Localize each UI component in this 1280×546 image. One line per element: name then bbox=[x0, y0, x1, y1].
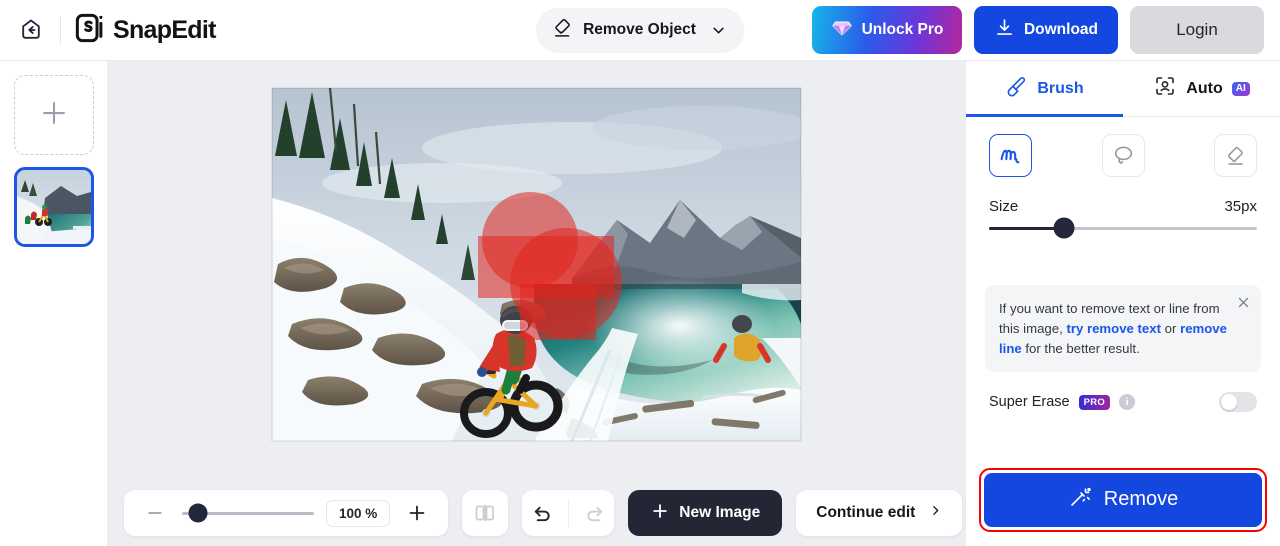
close-icon[interactable] bbox=[1234, 293, 1252, 311]
canvas-bottom-toolbar: 100 % New Image Continue edit bbox=[108, 480, 965, 546]
snow-mountain-lake-fatbike-photo[interactable] bbox=[272, 88, 801, 441]
download-icon bbox=[994, 17, 1015, 43]
super-erase-row: Super Erase PRO i bbox=[966, 372, 1280, 413]
plus-icon[interactable] bbox=[402, 498, 432, 528]
remove-button-highlight: Remove bbox=[979, 467, 1267, 532]
add-image-button[interactable] bbox=[13, 75, 94, 155]
brush-tool-button[interactable] bbox=[989, 134, 1032, 177]
zoom-slider[interactable] bbox=[182, 503, 314, 523]
tab-auto-label: Auto bbox=[1186, 79, 1223, 97]
magic-wand-icon bbox=[1068, 485, 1092, 515]
thumbnail-rail bbox=[0, 61, 108, 546]
ai-badge: AI bbox=[1231, 81, 1250, 96]
brush-size-slider[interactable] bbox=[966, 215, 1280, 239]
winter-bike-lake-thumbnail bbox=[16, 170, 91, 244]
app-header: SnapEdit Remove Object Unlock Pro Downlo… bbox=[0, 0, 1280, 61]
eraser-icon bbox=[552, 17, 574, 44]
tab-auto[interactable]: Auto AI bbox=[1123, 61, 1280, 116]
snapedit-app: SnapEdit Remove Object Unlock Pro Downlo… bbox=[0, 0, 1280, 546]
header-right: Unlock Pro Download Login bbox=[812, 6, 1264, 54]
toolbar-divider bbox=[567, 499, 569, 527]
login-label: Login bbox=[1176, 20, 1218, 39]
tools-panel: Brush Auto AI Size 35px If you want to r… bbox=[965, 61, 1280, 546]
tab-brush[interactable]: Brush bbox=[966, 61, 1123, 117]
snapedit-logo-icon bbox=[75, 13, 105, 48]
brand[interactable]: SnapEdit bbox=[75, 13, 216, 48]
brush-size-label: Size bbox=[989, 198, 1019, 215]
brush-size-track[interactable] bbox=[989, 217, 1257, 239]
chevron-down-icon bbox=[711, 23, 726, 38]
undo-redo-group bbox=[522, 490, 615, 536]
header-left: SnapEdit bbox=[16, 13, 216, 48]
list-item[interactable] bbox=[13, 167, 94, 247]
unlock-pro-label: Unlock Pro bbox=[861, 21, 944, 38]
header-center: Remove Object bbox=[536, 7, 744, 53]
new-image-label: New Image bbox=[679, 504, 761, 521]
chevron-right-icon bbox=[929, 504, 942, 522]
panel-tabs: Brush Auto AI bbox=[966, 61, 1280, 117]
eraser-tool-button[interactable] bbox=[1214, 134, 1257, 177]
brush-icon bbox=[1005, 75, 1028, 103]
mode-select-remove-object[interactable]: Remove Object bbox=[536, 7, 744, 53]
try-remove-text-link[interactable]: try remove text bbox=[1066, 321, 1161, 336]
new-image-button[interactable]: New Image bbox=[628, 490, 783, 536]
header-divider bbox=[60, 16, 61, 44]
tab-brush-label: Brush bbox=[1037, 79, 1084, 97]
login-button[interactable]: Login bbox=[1130, 6, 1264, 54]
brand-name: SnapEdit bbox=[113, 15, 216, 44]
download-label: Download bbox=[1023, 21, 1099, 38]
compare-split-icon[interactable] bbox=[462, 490, 509, 536]
zoom-slider-knob[interactable] bbox=[188, 503, 208, 523]
remove-button-label: Remove bbox=[1103, 488, 1179, 511]
zoom-value[interactable]: 100 % bbox=[326, 499, 391, 527]
continue-edit-label: Continue edit bbox=[816, 504, 916, 521]
mode-select-label: Remove Object bbox=[583, 21, 696, 38]
super-erase-toggle[interactable] bbox=[1219, 392, 1257, 413]
photo-render bbox=[272, 88, 801, 441]
remove-button[interactable]: Remove bbox=[984, 472, 1262, 527]
continue-edit-button[interactable]: Continue edit bbox=[796, 490, 963, 536]
brush-size-knob[interactable] bbox=[1053, 217, 1075, 239]
editor-canvas[interactable]: 100 % New Image Continue edit bbox=[108, 61, 965, 546]
hint-banner: If you want to remove text or line from … bbox=[985, 285, 1261, 373]
brush-size-row: Size 35px bbox=[966, 177, 1280, 215]
redo-icon[interactable] bbox=[579, 498, 609, 528]
diamond-icon bbox=[831, 17, 853, 44]
hint-text-part2: for the better result. bbox=[1021, 340, 1140, 356]
home-back-icon[interactable] bbox=[16, 15, 46, 45]
pro-badge: PRO bbox=[1078, 394, 1111, 411]
undo-icon[interactable] bbox=[527, 498, 557, 528]
face-scan-icon bbox=[1153, 74, 1177, 103]
info-icon[interactable]: i bbox=[1119, 394, 1136, 411]
minus-icon[interactable] bbox=[140, 498, 170, 528]
super-erase-label: Super Erase bbox=[989, 394, 1070, 411]
plus-icon bbox=[37, 96, 71, 135]
hint-text-mid: or bbox=[1161, 320, 1181, 336]
tool-buttons bbox=[966, 117, 1280, 177]
lasso-tool-button[interactable] bbox=[1101, 134, 1145, 177]
unlock-pro-button[interactable]: Unlock Pro bbox=[812, 6, 962, 54]
download-button[interactable]: Download bbox=[974, 6, 1118, 54]
brush-size-value: 35px bbox=[1224, 198, 1257, 215]
app-body: 100 % New Image Continue edit Brush Auto… bbox=[0, 61, 1280, 546]
zoom-control: 100 % bbox=[124, 490, 449, 536]
plus-icon bbox=[650, 501, 670, 526]
